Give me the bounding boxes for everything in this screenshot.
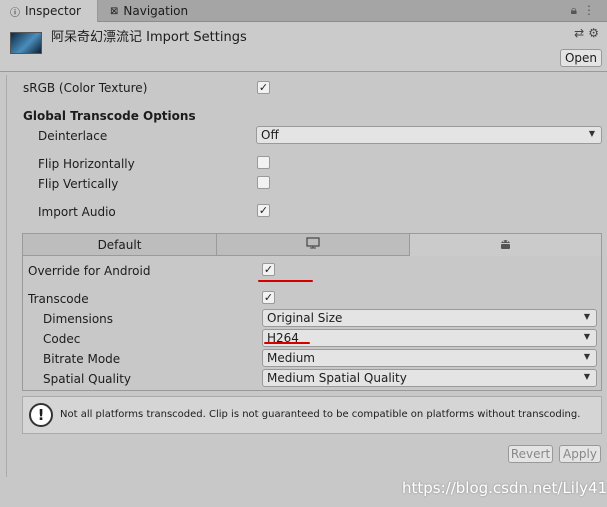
tab-standalone[interactable] <box>217 234 410 256</box>
chevron-down-icon: ▼ <box>583 352 590 361</box>
import-audio-label: Import Audio <box>38 205 116 219</box>
global-transcode-title: Global Transcode Options <box>23 109 196 123</box>
warning-text: Not all platforms transcoded. Clip is no… <box>60 409 581 420</box>
lock-icon[interactable]: 🔒︎ <box>571 3 583 17</box>
annotation-underline <box>258 280 313 282</box>
tab-navigation-label: Navigation <box>123 4 189 18</box>
apply-button[interactable]: Apply <box>559 445 601 463</box>
flip-vertically-checkbox[interactable] <box>257 176 270 189</box>
open-button[interactable]: Open <box>560 49 602 67</box>
override-android-label: Override for Android <box>28 264 151 278</box>
bitrate-mode-label: Bitrate Mode <box>43 352 121 366</box>
dimensions-dropdown[interactable]: Original Size ▼ <box>262 309 597 327</box>
deinterlace-value: Off <box>261 128 279 142</box>
window-controls: 🔒︎⋮ <box>571 3 601 18</box>
spatial-quality-dropdown[interactable]: Medium Spatial Quality ▼ <box>262 369 597 387</box>
tab-inspector-label: Inspector <box>25 4 81 18</box>
header-icons: ⇄⚙ <box>574 26 603 40</box>
preset-icon[interactable]: ⇄ <box>574 26 588 40</box>
video-thumbnail <box>10 32 42 54</box>
tab-default-label: Default <box>97 237 142 252</box>
info-icon: ⓘ <box>10 7 20 19</box>
tab-navigation[interactable]: ⊠ Navigation <box>100 0 220 22</box>
spatial-quality-label: Spatial Quality <box>43 372 132 386</box>
tab-inspector[interactable]: ⓘ Inspector <box>0 0 98 22</box>
navigation-icon: ⊠ <box>110 5 119 17</box>
bitrate-mode-dropdown[interactable]: Medium ▼ <box>262 349 597 367</box>
transcode-warning: ! Not all platforms transcoded. Clip is … <box>22 396 602 434</box>
gear-icon[interactable]: ⚙ <box>588 26 603 40</box>
flip-vertically-label: Flip Vertically <box>38 177 119 191</box>
transcode-label: Transcode <box>28 292 89 306</box>
deinterlace-label: Deinterlace <box>38 129 108 143</box>
dimensions-label: Dimensions <box>43 312 114 326</box>
chevron-down-icon: ▼ <box>583 372 590 381</box>
dimensions-value: Original Size <box>267 311 343 325</box>
flip-horizontally-label: Flip Horizontally <box>38 157 135 171</box>
inspector-header: 阿呆奇幻漂流记 Import Settings ⇄⚙ Open <box>0 22 607 72</box>
override-android-checkbox[interactable]: ✓ <box>262 263 275 276</box>
deinterlace-dropdown[interactable]: Off ▼ <box>256 126 602 144</box>
chevron-down-icon: ▼ <box>583 332 590 341</box>
tab-android[interactable] <box>410 234 601 256</box>
codec-dropdown[interactable]: H264 ▼ <box>262 329 597 347</box>
transcode-checkbox[interactable]: ✓ <box>262 291 275 304</box>
srgb-checkbox[interactable]: ✓ <box>257 81 270 94</box>
srgb-label: sRGB (Color Texture) <box>23 81 148 95</box>
annotation-underline <box>264 342 310 344</box>
bitrate-mode-value: Medium <box>267 351 315 365</box>
codec-label: Codec <box>43 332 81 346</box>
android-icon <box>499 238 512 253</box>
revert-button[interactable]: Revert <box>508 445 553 463</box>
tab-default[interactable]: Default <box>23 234 217 256</box>
tab-strip: ⓘ Inspector ⊠ Navigation 🔒︎⋮ <box>0 0 607 22</box>
warning-icon: ! <box>29 403 53 427</box>
monitor-icon <box>306 237 320 252</box>
spatial-quality-value: Medium Spatial Quality <box>267 371 407 385</box>
menu-icon[interactable]: ⋮ <box>583 3 601 17</box>
import-audio-checkbox[interactable]: ✓ <box>257 204 270 217</box>
chevron-down-icon: ▼ <box>583 312 590 321</box>
header-title: 阿呆奇幻漂流记 Import Settings <box>51 30 247 45</box>
flip-horizontally-checkbox[interactable] <box>257 156 270 169</box>
watermark: https://blog.csdn.net/Lily411 <box>402 479 607 497</box>
chevron-down-icon: ▼ <box>588 129 595 138</box>
